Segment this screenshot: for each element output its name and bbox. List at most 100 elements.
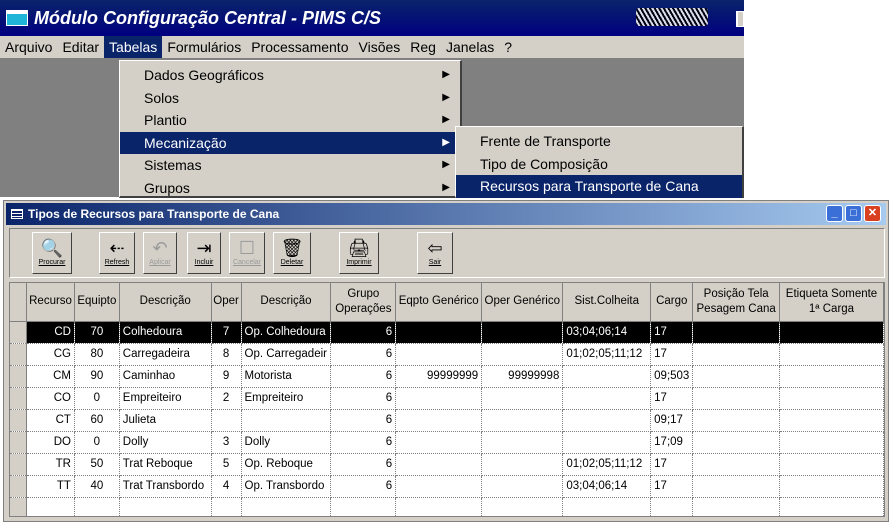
table-cell[interactable]: 6 (330, 387, 397, 410)
table-cell[interactable]: 3 (211, 431, 242, 454)
table-cell[interactable] (481, 343, 564, 366)
column-header[interactable]: Eqpto Genérico (395, 283, 483, 322)
table-cell[interactable] (562, 387, 652, 410)
row-indicator[interactable] (10, 453, 28, 476)
table-cell[interactable]: Trat Reboque (119, 453, 212, 476)
table-cell[interactable]: Carregadeira (119, 343, 212, 366)
table-cell[interactable] (692, 409, 780, 432)
table-cell[interactable]: CT (26, 409, 75, 432)
table-cell[interactable] (395, 497, 483, 516)
table-cell[interactable] (241, 497, 332, 516)
table-cell[interactable] (395, 453, 483, 476)
deletar-button[interactable]: 🗑 Deletar (273, 232, 311, 274)
table-cell[interactable] (481, 453, 564, 476)
table-cell[interactable]: 50 (74, 453, 120, 476)
table-cell[interactable]: 6 (330, 409, 397, 432)
table-cell[interactable] (481, 497, 564, 516)
table-cell[interactable] (692, 475, 780, 498)
table-cell[interactable] (650, 497, 694, 516)
refresh-button[interactable]: ⇠ Refresh (99, 232, 135, 274)
table-cell[interactable]: 17;09 (650, 431, 694, 454)
table-cell[interactable]: Op. Carregadeir (241, 343, 332, 366)
row-indicator[interactable] (10, 343, 28, 366)
data-grid[interactable]: Recurso Equipto Descrição Oper Descrição… (9, 282, 885, 517)
sair-button[interactable]: ⇦ Sair (417, 232, 453, 274)
table-cell[interactable] (779, 453, 884, 476)
table-cell[interactable] (481, 475, 564, 498)
table-cell[interactable] (395, 431, 483, 454)
table-cell[interactable]: 90 (74, 365, 120, 388)
table-cell[interactable] (779, 343, 884, 366)
table-cell[interactable] (779, 387, 884, 410)
table-cell[interactable] (330, 497, 397, 516)
table-cell[interactable]: 0 (74, 387, 120, 410)
table-cell[interactable]: Empreiteiro (241, 387, 332, 410)
table-cell[interactable]: 4 (211, 475, 242, 498)
table-row[interactable]: CM 90 Caminhao 9 Motorista 6 99999999 99999998 0… (10, 365, 884, 388)
window-control-edge[interactable] (736, 11, 744, 27)
menu-visoes[interactable]: Visões (354, 36, 406, 58)
menu-item-solos[interactable]: Solos ▶ (120, 87, 460, 110)
table-cell[interactable] (779, 497, 884, 516)
table-cell[interactable] (395, 343, 483, 366)
table-cell[interactable]: Colhedoura (119, 321, 212, 344)
table-cell[interactable]: 2 (211, 387, 242, 410)
table-cell[interactable] (395, 387, 483, 410)
table-cell[interactable]: Caminhao (119, 365, 212, 388)
menu-janelas[interactable]: Janelas (441, 36, 499, 58)
table-cell[interactable]: 99999999 (395, 365, 483, 388)
table-cell[interactable] (779, 475, 884, 498)
column-header[interactable]: Oper (211, 283, 242, 322)
table-row[interactable]: DO 0 Dolly 3 Dolly 6 17;09 (10, 431, 884, 454)
row-indicator[interactable] (10, 365, 28, 388)
column-header[interactable]: Sist.Colheita (562, 283, 652, 322)
table-cell[interactable]: TR (26, 453, 75, 476)
column-header[interactable]: Equipto (74, 283, 120, 322)
menu-item-sistemas[interactable]: Sistemas ▶ (120, 154, 460, 177)
table-cell[interactable] (692, 453, 780, 476)
menu-item-dados-geograficos[interactable]: Dados Geográficos ▶ (120, 64, 460, 87)
column-header[interactable]: Descrição (241, 283, 332, 322)
table-cell[interactable]: 70 (74, 321, 120, 344)
table-cell[interactable]: 01;02;05;11;12 (562, 343, 652, 366)
procurar-button[interactable]: 🔍 Procurar (32, 232, 72, 274)
table-cell[interactable]: 17 (650, 475, 694, 498)
table-cell[interactable] (562, 497, 652, 516)
table-cell[interactable]: TT (26, 475, 75, 498)
table-cell[interactable] (74, 497, 120, 516)
menu-item-frente-transporte[interactable]: Frente de Transporte (456, 130, 742, 153)
table-cell[interactable]: 03;04;06;14 (562, 321, 652, 344)
table-cell[interactable] (692, 343, 780, 366)
table-cell[interactable] (692, 365, 780, 388)
table-cell[interactable]: CD (26, 321, 75, 344)
table-cell[interactable]: Julieta (119, 409, 212, 432)
table-cell[interactable] (119, 497, 212, 516)
table-cell[interactable]: Op. Reboque (241, 453, 332, 476)
column-header[interactable]: Oper Genérico (481, 283, 564, 322)
table-cell[interactable]: CM (26, 365, 75, 388)
column-header[interactable]: Etiqueta Somente 1ª Carga (779, 283, 884, 322)
aplicar-button[interactable]: ↶ Aplicar (143, 232, 177, 274)
table-cell[interactable]: 01;02;05;11;12 (562, 453, 652, 476)
close-button[interactable]: ✕ (864, 205, 881, 222)
table-cell[interactable]: 80 (74, 343, 120, 366)
table-cell[interactable] (692, 497, 780, 516)
row-indicator[interactable] (10, 321, 28, 344)
column-header[interactable]: Posição Tela Pesagem Cana (692, 283, 780, 322)
table-cell[interactable]: Empreiteiro (119, 387, 212, 410)
incluir-button[interactable]: ⇥ Incluir (187, 232, 221, 274)
table-row[interactable]: CT 60 Julieta 6 09;17 (10, 409, 884, 432)
row-indicator[interactable] (10, 387, 28, 410)
row-indicator[interactable] (10, 475, 28, 498)
menu-tabelas[interactable]: Tabelas (104, 36, 163, 58)
table-cell[interactable] (779, 321, 884, 344)
table-cell[interactable] (211, 497, 242, 516)
table-cell[interactable]: 17 (650, 321, 694, 344)
table-cell[interactable] (562, 431, 652, 454)
table-cell[interactable] (395, 409, 483, 432)
maximize-button[interactable]: □ (845, 205, 862, 222)
table-row[interactable]: TR 50 Trat Reboque 5 Op. Reboque 6 01;02;05;11… (10, 453, 884, 476)
table-cell[interactable]: 6 (330, 321, 397, 344)
table-cell[interactable]: 6 (330, 343, 397, 366)
table-row[interactable]: TT 40 Trat Transbordo 4 Op. Transbordo 6 03;04… (10, 475, 884, 498)
